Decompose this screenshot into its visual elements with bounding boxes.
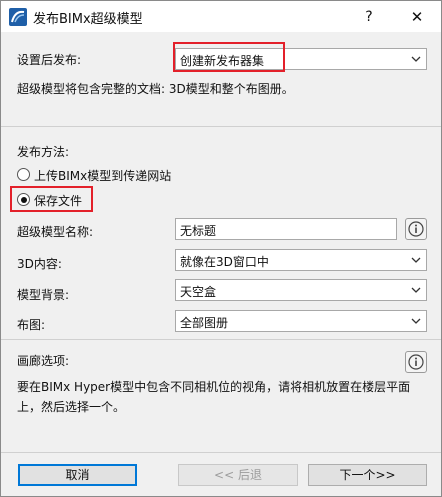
layout-label: 布图: [17,318,46,332]
model-name-label: 超级模型名称: [17,225,94,239]
gallery-info-button[interactable] [405,351,427,373]
layout-dropdown[interactable]: 全部图册 [175,310,427,332]
info-icon [408,221,424,237]
model-name-info-button[interactable] [405,218,427,240]
divider [1,126,441,127]
highlight-save-file [10,186,93,212]
title-bar: 发布BIMx超级模型 ? ✕ [1,1,441,32]
radio-upload[interactable] [17,168,30,181]
publish-method-heading: 发布方法: [17,145,70,159]
divider [1,339,441,340]
background-label: 模型背景: [17,288,70,302]
content-3d-dropdown[interactable]: 就像在3D窗口中 [175,249,427,271]
window-title: 发布BIMx超级模型 [33,12,143,27]
gallery-description: 要在BIMx Hyper模型中包含不同相机位的视角，请将相机放置在楼层平面上，然… [17,380,411,414]
publish-bimx-dialog: 发布BIMx超级模型 ? ✕ 设置后发布: 创建新发布器集 超级模型将包含完整的… [0,0,442,497]
background-value: 天空盒 [180,285,217,299]
divider [1,452,441,453]
content-note: 超级模型将包含完整的文档: 3D模型和整个布图册。 [17,82,294,96]
chevron-down-icon [411,56,421,62]
highlight-publisher-set [173,42,285,72]
archicad-app-icon [9,8,27,26]
cancel-button[interactable]: 取消 [18,464,137,486]
chevron-down-icon [411,287,421,293]
chevron-down-icon [411,257,421,263]
background-dropdown[interactable]: 天空盒 [175,279,427,301]
chevron-down-icon [411,318,421,324]
model-name-value: 无标题 [180,224,217,238]
back-button[interactable]: << 后退 [178,464,298,486]
layout-value: 全部图册 [180,316,229,330]
content-3d-value: 就像在3D窗口中 [180,255,269,269]
content-3d-label: 3D内容: [17,257,62,271]
close-button[interactable]: ✕ [403,5,431,29]
next-button[interactable]: 下一个>> [308,464,427,486]
help-button[interactable]: ? [357,5,381,29]
radio-upload-label: 上传BIMx模型到传递网站 [34,169,172,183]
info-icon [408,354,424,370]
publish-set-label: 设置后发布: [17,53,82,67]
model-name-input[interactable]: 无标题 [175,218,397,240]
gallery-heading: 画廊选项: [17,354,70,368]
